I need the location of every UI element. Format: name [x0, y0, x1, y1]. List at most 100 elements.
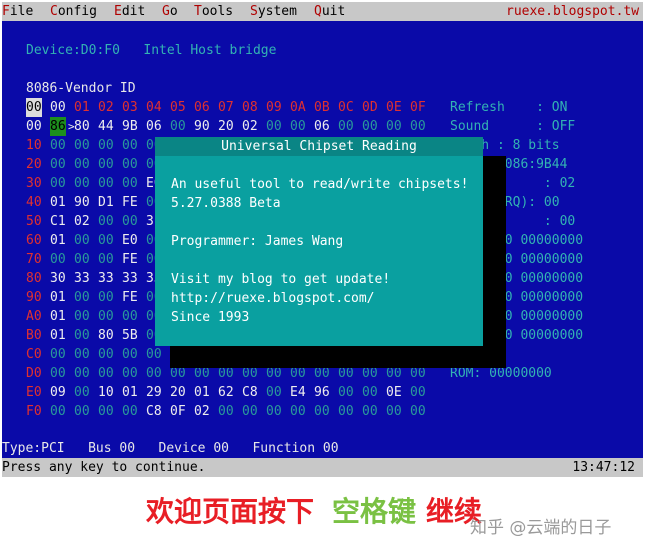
- hex-cell[interactable]: 09: [50, 383, 66, 402]
- hex-cell[interactable]: 01: [50, 193, 66, 212]
- hex-cell[interactable]: 00: [50, 155, 66, 174]
- hex-cell[interactable]: 00: [362, 402, 378, 421]
- hex-cell[interactable]: 00: [50, 364, 66, 383]
- menu-item-quit[interactable]: Quit: [314, 2, 345, 21]
- hex-cell[interactable]: 01: [122, 383, 138, 402]
- hex-cell[interactable]: 00: [98, 288, 114, 307]
- hex-cell[interactable]: 00: [266, 402, 282, 421]
- hex-cell[interactable]: 00: [290, 117, 306, 136]
- hex-cell[interactable]: 00: [338, 383, 354, 402]
- hex-cell[interactable]: 00: [338, 402, 354, 421]
- hex-cell[interactable]: 29: [146, 383, 162, 402]
- hex-cell[interactable]: 00: [410, 402, 426, 421]
- hex-cell[interactable]: 02: [242, 117, 258, 136]
- hex-cell[interactable]: 00: [98, 345, 114, 364]
- hex-cell[interactable]: 00: [50, 345, 66, 364]
- hex-cell[interactable]: 00: [314, 402, 330, 421]
- hex-cell[interactable]: 00: [74, 288, 90, 307]
- hex-cell[interactable]: 01: [50, 326, 66, 345]
- hex-cell[interactable]: 96: [314, 383, 330, 402]
- hex-cell[interactable]: 00: [50, 250, 66, 269]
- hex-cell[interactable]: 01: [194, 383, 210, 402]
- hex-cell[interactable]: 00: [170, 117, 186, 136]
- hex-cell[interactable]: 33: [122, 269, 138, 288]
- hex-cell[interactable]: FE: [122, 288, 138, 307]
- hex-cell[interactable]: 33: [74, 269, 90, 288]
- hex-cell[interactable]: 44: [98, 117, 114, 136]
- hex-cell[interactable]: 00: [98, 174, 114, 193]
- hex-cell[interactable]: 02: [74, 212, 90, 231]
- hex-cell[interactable]: 00: [98, 402, 114, 421]
- hex-cell[interactable]: 00: [74, 231, 90, 250]
- hex-cell[interactable]: 33: [98, 269, 114, 288]
- hex-cell[interactable]: 00: [386, 117, 402, 136]
- hex-cell[interactable]: 00: [122, 345, 138, 364]
- hex-cell[interactable]: 0F: [170, 402, 186, 421]
- hex-cell[interactable]: 20: [218, 117, 234, 136]
- hex-cell[interactable]: 00: [50, 402, 66, 421]
- hex-cell[interactable]: 00: [74, 155, 90, 174]
- hex-cell[interactable]: 00: [74, 345, 90, 364]
- hex-cell[interactable]: 00: [386, 402, 402, 421]
- hex-cell[interactable]: 00: [122, 212, 138, 231]
- hex-cell[interactable]: 00: [74, 402, 90, 421]
- hex-cell[interactable]: 00: [74, 326, 90, 345]
- hex-cell[interactable]: 80: [74, 117, 90, 136]
- menu-item-system[interactable]: System: [250, 2, 297, 21]
- hex-cell[interactable]: 90: [74, 193, 90, 212]
- hex-cell[interactable]: 00: [146, 364, 162, 383]
- hex-cell[interactable]: 00: [290, 402, 306, 421]
- hex-cell[interactable]: 62: [218, 383, 234, 402]
- hex-cell[interactable]: 00: [122, 307, 138, 326]
- hex-cell[interactable]: 86: [50, 117, 66, 136]
- hex-cell[interactable]: 00: [362, 383, 378, 402]
- hex-cell[interactable]: 00: [122, 174, 138, 193]
- hex-cell[interactable]: 06: [146, 117, 162, 136]
- hex-cell[interactable]: 00: [122, 402, 138, 421]
- hex-cell[interactable]: 00: [98, 212, 114, 231]
- menu-item-go[interactable]: Go: [162, 2, 178, 21]
- hex-cell[interactable]: 00: [122, 155, 138, 174]
- hex-cell[interactable]: C8: [146, 402, 162, 421]
- hex-cell[interactable]: 00: [74, 307, 90, 326]
- hex-cell[interactable]: 00: [122, 364, 138, 383]
- hex-cell[interactable]: 00: [98, 364, 114, 383]
- hex-cell[interactable]: C8: [242, 383, 258, 402]
- hex-cell[interactable]: 20: [170, 383, 186, 402]
- hex-cell[interactable]: 00: [410, 117, 426, 136]
- hex-cell[interactable]: E4: [290, 383, 306, 402]
- hex-cell[interactable]: 00: [74, 136, 90, 155]
- hex-cell[interactable]: 00: [74, 250, 90, 269]
- hex-cell[interactable]: 06: [314, 117, 330, 136]
- hex-cell[interactable]: 01: [50, 307, 66, 326]
- hex-cell[interactable]: C1: [50, 212, 66, 231]
- hex-cell[interactable]: 00: [266, 117, 282, 136]
- hex-cell[interactable]: 00: [98, 155, 114, 174]
- hex-cell[interactable]: 00: [242, 402, 258, 421]
- hex-cell[interactable]: 00: [50, 174, 66, 193]
- hex-cell[interactable]: 00: [266, 383, 282, 402]
- menu-item-edit[interactable]: Edit: [114, 2, 145, 21]
- hex-cell[interactable]: 00: [362, 117, 378, 136]
- hex-cell[interactable]: 00: [98, 307, 114, 326]
- hex-cell[interactable]: 10: [98, 383, 114, 402]
- hex-cell[interactable]: E0: [122, 231, 138, 250]
- hex-cell[interactable]: 00: [146, 345, 162, 364]
- hex-cell[interactable]: 01: [50, 231, 66, 250]
- menu-item-config[interactable]: Config: [50, 2, 97, 21]
- hex-cell[interactable]: 00: [74, 364, 90, 383]
- hex-cell[interactable]: 00: [98, 231, 114, 250]
- menu-item-tools[interactable]: Tools: [194, 2, 233, 21]
- hex-cell[interactable]: FE: [122, 250, 138, 269]
- hex-cell[interactable]: 00: [218, 402, 234, 421]
- hex-cell[interactable]: 00: [338, 117, 354, 136]
- hex-cell[interactable]: 01: [50, 288, 66, 307]
- menu-item-file[interactable]: File: [2, 2, 33, 21]
- hex-cell[interactable]: 02: [194, 402, 210, 421]
- hex-cell[interactable]: 5B: [122, 326, 138, 345]
- hex-cell[interactable]: 90: [194, 117, 210, 136]
- hex-cell[interactable]: 9B: [122, 117, 138, 136]
- hex-cell[interactable]: 30: [50, 269, 66, 288]
- hex-cell[interactable]: 00: [50, 136, 66, 155]
- hex-cell[interactable]: D1: [98, 193, 114, 212]
